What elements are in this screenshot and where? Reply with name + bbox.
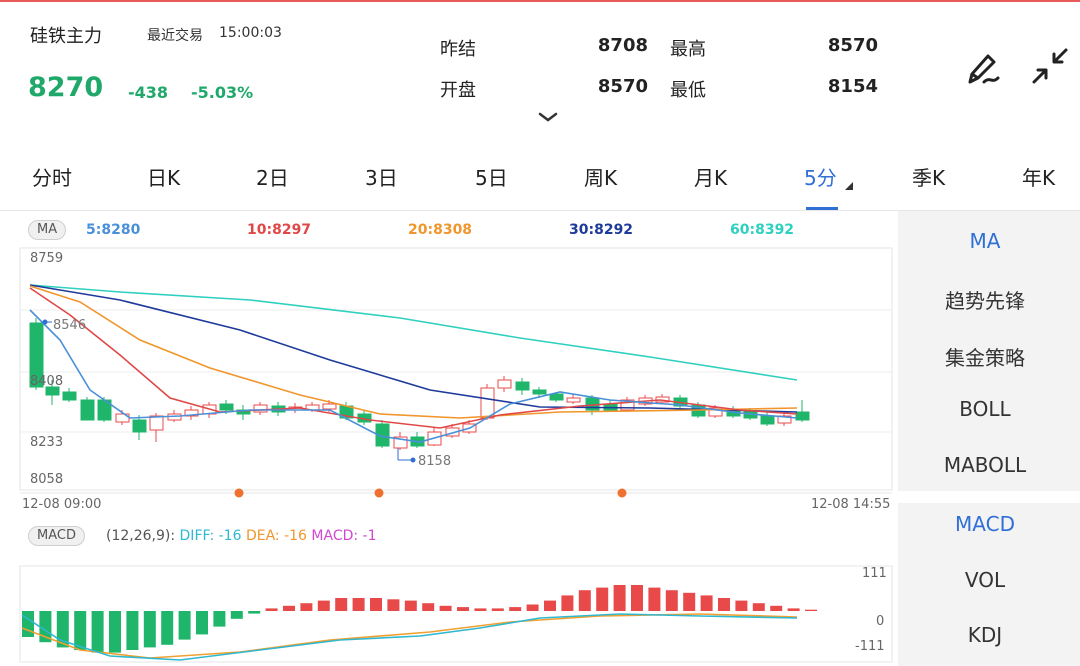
macd-legend: (12,26,9): DIFF: -16 DEA: -16 MACD: -1	[106, 528, 377, 544]
macd-bar	[578, 590, 591, 611]
macd-bar	[230, 611, 243, 619]
macd-bar	[631, 585, 643, 611]
macd-bar	[370, 598, 382, 611]
ma30-line	[29, 284, 798, 413]
candle-body	[149, 415, 164, 431]
price-axis-label: 8058	[30, 472, 64, 487]
candle-body	[532, 389, 547, 395]
macd-bar	[474, 608, 487, 611]
collapse-icon[interactable]	[1028, 44, 1072, 88]
macd-bar	[109, 611, 121, 653]
macd-bar	[787, 608, 800, 611]
macd-bar	[126, 611, 139, 650]
candle-body	[480, 387, 495, 419]
signal-dot	[234, 488, 244, 498]
macd-bar	[735, 600, 748, 611]
signal-dot	[374, 488, 384, 498]
candle-body	[760, 415, 775, 425]
macd-bar	[404, 600, 417, 611]
candle-body	[62, 391, 77, 401]
candle-body	[566, 397, 581, 403]
draw-pen-icon[interactable]	[962, 44, 1006, 88]
macd-bar	[561, 595, 574, 611]
macd-bar	[770, 605, 783, 611]
macd-bar	[352, 598, 365, 611]
macd-bar	[700, 595, 713, 611]
macd-axis-zero: 0	[876, 614, 885, 629]
kline-chart[interactable]	[0, 0, 898, 666]
macd-bar	[213, 611, 226, 627]
macd-axis-bottom: -111	[855, 639, 885, 654]
macd-bar	[422, 603, 435, 611]
macd-bar	[335, 598, 348, 611]
macd-params: (12,26,9):	[106, 528, 176, 544]
indicator-kdj[interactable]: KDJ	[898, 623, 1072, 647]
macd-bar	[526, 604, 539, 611]
indicator-vol[interactable]: VOL	[898, 568, 1072, 592]
price-grid-frame	[19, 247, 893, 491]
macd-bar	[196, 611, 208, 635]
candle-body	[497, 379, 512, 389]
macd-bar	[143, 611, 156, 648]
indicator-maboll[interactable]: MABOLL	[898, 453, 1072, 477]
macd-bar	[544, 600, 556, 611]
candle-body	[515, 381, 530, 391]
candle-body	[795, 411, 810, 421]
tab-season-k[interactable]: 季K	[912, 162, 945, 191]
indicator-macd[interactable]: MACD	[898, 512, 1072, 536]
price-axis-label: 8759	[30, 251, 64, 266]
macd-value: MACD: -1	[311, 528, 377, 544]
candle-body	[132, 419, 147, 433]
low-marker	[410, 457, 416, 463]
time-axis-start: 12-08 09:00	[22, 497, 102, 512]
macd-bar	[805, 609, 817, 611]
tab-year-k[interactable]: 年K	[1022, 162, 1055, 191]
time-axis-end: 12-08 14:55	[811, 497, 891, 512]
macd-bar	[248, 611, 261, 614]
indicator-boll[interactable]: BOLL	[898, 397, 1072, 421]
indicator-trend-pioneer[interactable]: 趋势先锋	[898, 285, 1072, 314]
indicator-panel: MA 趋势先锋 集金策略 BOLL MABOLL MACD VOL KDJ	[898, 211, 1080, 666]
macd-bar	[161, 611, 174, 645]
macd-bar	[665, 590, 678, 611]
price-axis-label: 8233	[30, 435, 64, 450]
macd-bar	[300, 603, 313, 611]
ma10-line	[29, 287, 798, 429]
ma60-line	[29, 284, 798, 381]
macd-bar	[91, 611, 104, 653]
macd-bar	[317, 600, 330, 611]
macd-bar	[648, 587, 661, 611]
indicator-gold-strategy[interactable]: 集金策略	[898, 342, 1072, 371]
macd-bar	[22, 611, 34, 637]
macd-bar	[752, 603, 765, 611]
macd-bar	[387, 599, 400, 611]
macd-badge[interactable]: MACD	[28, 526, 85, 546]
macd-bar	[439, 605, 452, 611]
high-annotation: 8546	[53, 318, 87, 333]
macd-bar	[178, 611, 191, 640]
candle-body	[549, 393, 564, 401]
macd-bar	[596, 587, 609, 611]
macd-bar	[509, 607, 522, 611]
macd-bar	[74, 611, 87, 650]
macd-axis-top: 111	[862, 566, 887, 581]
price-axis-label: 8408	[30, 374, 64, 389]
low-annotation: 8158	[418, 454, 452, 469]
panel-divider	[898, 491, 1080, 503]
macd-bar	[265, 608, 278, 611]
macd-bar	[613, 585, 626, 611]
candle-body	[219, 403, 234, 411]
candle-body	[322, 403, 337, 410]
macd-bar	[491, 608, 504, 611]
macd-bar	[457, 607, 469, 611]
macd-dea: DEA: -16	[245, 528, 307, 544]
signal-dot	[617, 488, 627, 498]
macd-bar	[683, 592, 696, 611]
macd-bar	[283, 605, 295, 611]
indicator-ma[interactable]: MA	[898, 229, 1072, 253]
candle-body	[80, 399, 95, 421]
macd-diff: DIFF: -16	[179, 528, 242, 544]
macd-bar	[718, 598, 730, 611]
